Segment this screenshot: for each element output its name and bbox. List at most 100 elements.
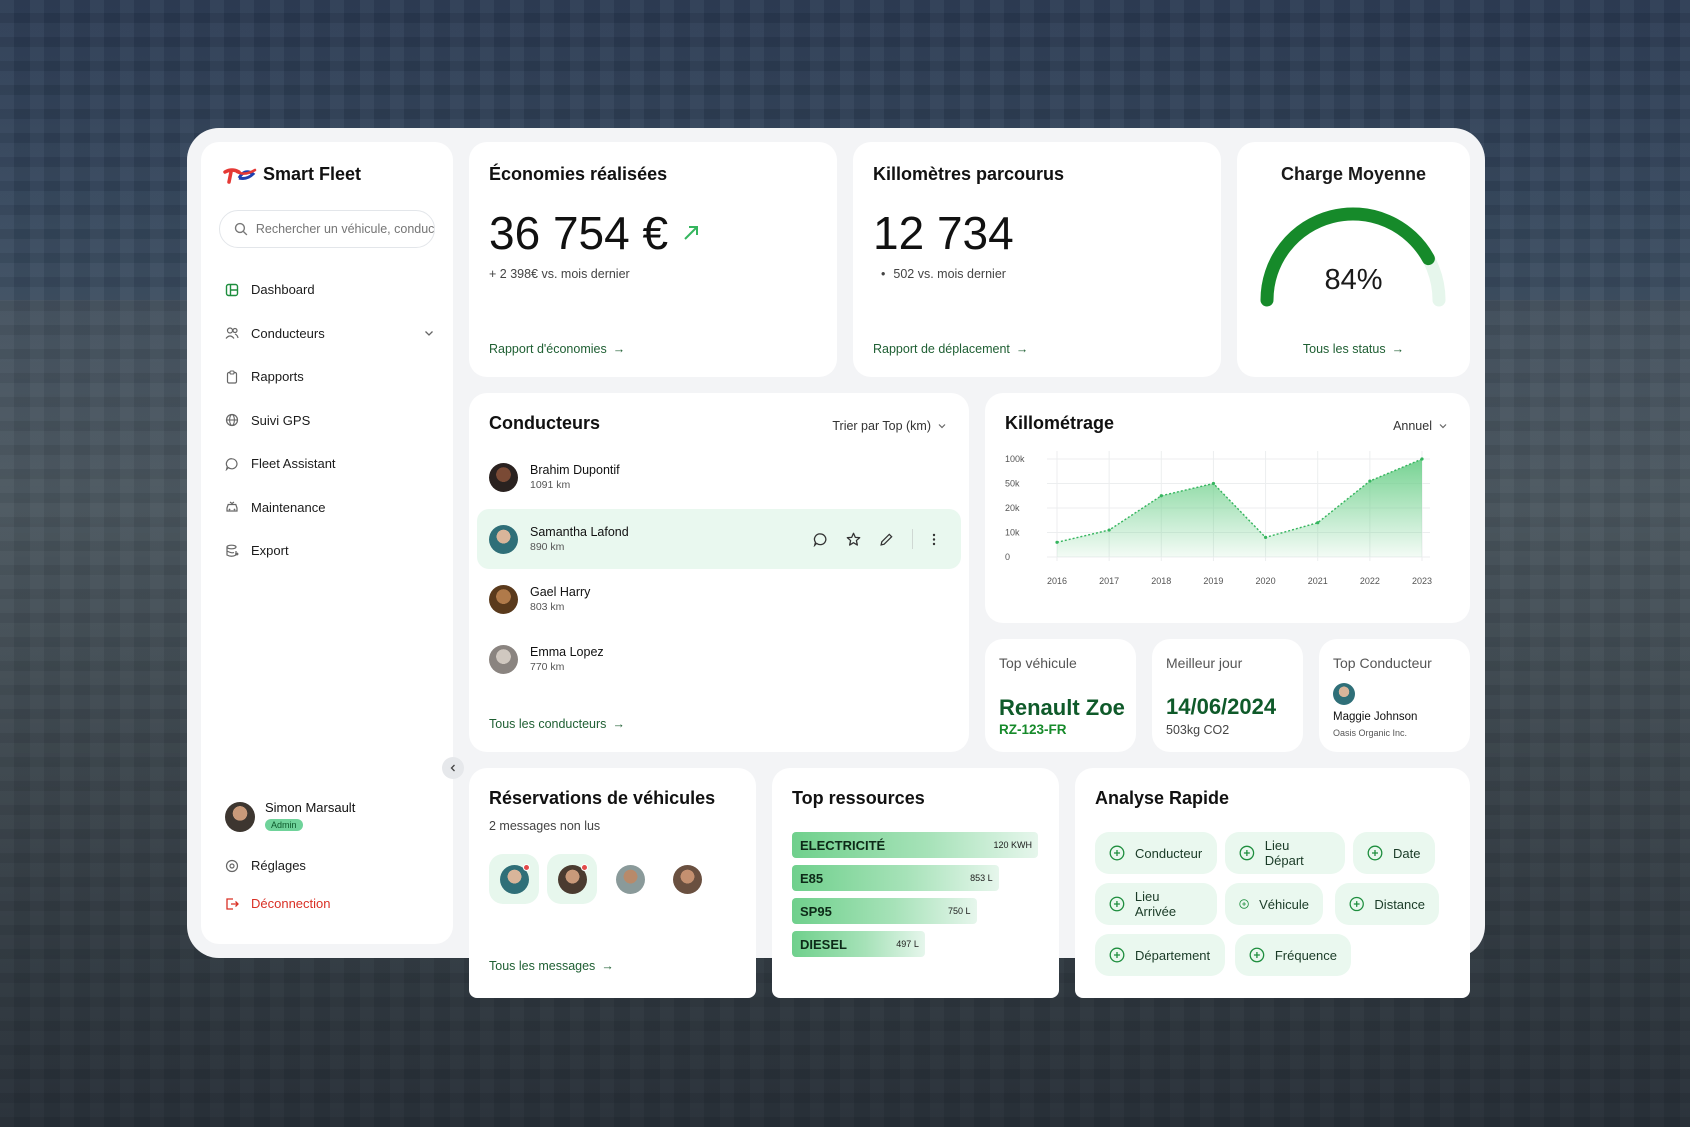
conducteurs-title: Conducteurs [489,413,601,433]
message-avatar[interactable] [605,854,655,904]
filter-chip[interactable]: Département [1095,934,1225,976]
kilometres-report-link[interactable]: Rapport de déplacement → [873,342,1028,356]
resource-label: DIESEL [800,936,847,952]
sidebar-item-export[interactable]: Export [225,529,435,573]
plus-circle-icon [1349,896,1364,912]
sidebar: Smart Fleet Dashboard Conducteurs Rappor… [201,142,453,944]
search-icon [234,222,248,236]
top-vehicule-card: Top véhicule Renault Zoe RZ-123-FR [985,639,1136,752]
x-tick-label: 2022 [1360,576,1380,586]
filter-chip[interactable]: Lieu Arrivée [1095,883,1217,925]
edit-pencil-icon[interactable] [879,532,894,547]
conducteurs-card: Conducteurs Trier par Top (km) Brahim Du… [469,393,969,752]
filter-chip[interactable]: Date [1353,832,1435,874]
role-badge: Admin [265,819,303,831]
sidebar-item-dashboard[interactable]: Dashboard [225,268,435,312]
unread-dot [580,863,588,871]
sidebar-item-label: Rapports [251,369,304,385]
arrow-right-icon: → [612,342,626,356]
period-label: Annuel [1393,419,1432,433]
row-actions [813,529,937,549]
resource-bar: ELECTRICITÉ 120 KWH [792,832,1038,858]
avatar [489,644,518,674]
logout-link[interactable]: Déconnection [225,896,331,911]
avatar [1333,683,1355,705]
filter-chip[interactable]: Distance [1335,883,1439,925]
avatar [672,864,702,894]
filter-chip[interactable]: Conducteur [1095,832,1217,874]
economies-link-label: Rapport d'économies [489,342,607,356]
collapse-sidebar-button[interactable] [442,757,464,779]
data-point [1263,535,1268,539]
analyse-title: Analyse Rapide [1095,788,1230,808]
message-icon[interactable] [813,532,828,547]
table-row[interactable]: Emma Lopez 770 km [477,629,961,689]
chevron-down-icon[interactable] [423,327,435,339]
avatar [615,864,645,894]
y-tick-label: 0 [1005,552,1010,562]
killometrage-card: Killométrage Annuel 0 10k 20k 50k 100k 2016 20… [985,393,1470,623]
sidebar-item-conducteurs[interactable]: Conducteurs [225,312,435,356]
arrow-right-icon: → [601,959,614,973]
chip-label: Date [1393,845,1421,861]
sidebar-item-label: Fleet Assistant [251,456,336,472]
settings-label: Réglages [251,858,306,873]
chip-label: Lieu Arrivée [1134,889,1177,919]
search-input[interactable] [255,222,434,236]
clipboard-icon [226,370,238,384]
dashboard-icon [225,283,239,296]
filter-chip[interactable]: Véhicule [1225,883,1323,925]
economies-report-link[interactable]: Rapport d'économies → [489,342,625,356]
kilometres-sub-row: • 502 vs. mois dernier [881,267,1006,281]
charge-title: Charge Moyenne [1280,164,1427,184]
database-icon [226,544,239,557]
top-conducteur-name: Maggie Johnson [1333,711,1418,723]
charge-gauge [1260,207,1446,307]
driver-name: Brahim Dupontif [530,463,620,477]
star-icon[interactable] [846,532,861,547]
chip-label: Lieu Départ [1264,838,1304,868]
user-name: Simon Marsault [265,800,356,815]
settings-link[interactable]: Réglages [225,858,306,873]
table-row[interactable]: Samantha Lafond 890 km [477,509,961,569]
filter-chip[interactable]: Fréquence [1235,934,1351,976]
chip-label: Distance [1374,896,1425,912]
meilleur-jour-title: Meilleur jour [1166,655,1243,671]
economies-title: Économies réalisées [489,164,668,184]
data-point [1055,540,1059,544]
period-dropdown[interactable]: Annuel [1393,419,1448,433]
plus-circle-icon [1109,845,1125,861]
message-avatar[interactable] [662,854,712,904]
chip-label: Fréquence [1274,947,1337,963]
table-row[interactable]: Gael Harry 803 km [477,569,961,629]
message-avatar[interactable] [547,854,597,904]
all-drivers-link[interactable]: Tous les conducteurs → [489,717,625,731]
sort-dropdown[interactable]: Trier par Top (km) [832,419,947,433]
filter-chip[interactable]: Lieu Départ [1225,832,1345,874]
economies-sub: + 2 398€ vs. mois dernier [489,267,630,281]
more-vertical-icon[interactable] [931,532,937,547]
message-avatar[interactable] [489,854,539,904]
table-row[interactable]: Brahim Dupontif 1091 km [477,447,961,507]
sidebar-item-maintenance[interactable]: Maintenance [225,486,435,530]
all-messages-link[interactable]: Tous les messages → [489,959,614,973]
sidebar-item-fleet-assistant[interactable]: Fleet Assistant [225,442,435,486]
resource-value: 497 L [896,939,919,949]
kilometres-value: 12 734 [873,207,1014,259]
arrow-right-icon: → [1015,342,1029,356]
brand-logo[interactable]: Smart Fleet [223,164,361,185]
charge-status-link[interactable]: Tous les status → [1237,342,1470,356]
driver-name: Samantha Lafond [530,525,629,539]
search-box[interactable] [219,210,435,248]
resource-bar: DIESEL 497 L [792,931,925,957]
chart-title: Killométrage [1005,413,1115,433]
data-point [1316,521,1320,525]
economies-value: 36 754 € [489,207,669,259]
plus-circle-icon [1249,947,1265,963]
driver-km: 803 km [530,601,565,613]
sidebar-item-label: Suivi GPS [251,412,311,428]
x-tick-label: 2017 [1099,576,1119,586]
user-profile[interactable]: Simon Marsault Admin [225,800,355,833]
sidebar-item-suivi-gps[interactable]: Suivi GPS [225,399,435,443]
sidebar-item-rapports[interactable]: Rapports [225,355,435,399]
